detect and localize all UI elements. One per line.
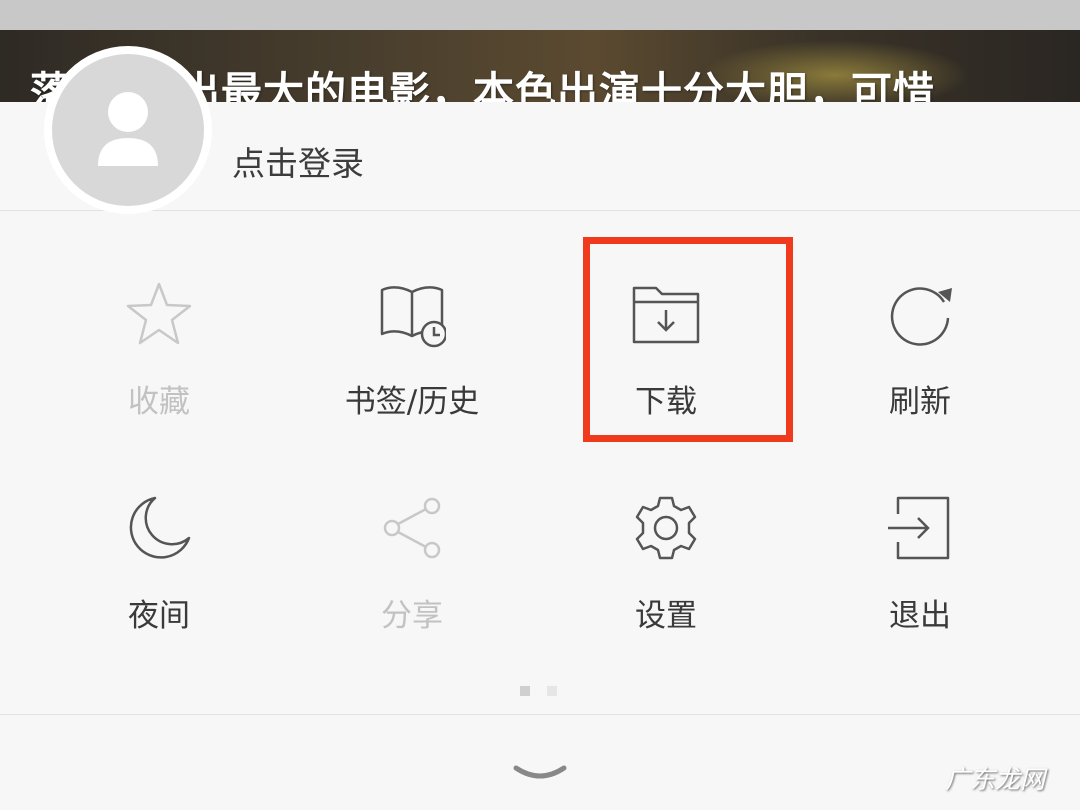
exit-icon (886, 494, 954, 562)
status-bar (0, 0, 1080, 30)
menu-item-share[interactable]: 分享 (312, 494, 512, 664)
menu-item-label: 设置 (635, 598, 697, 634)
chevron-down-icon (513, 765, 567, 779)
collapse-button[interactable] (510, 760, 570, 790)
menu-item-night-mode[interactable]: 夜间 (59, 494, 259, 664)
menu-item-favorite[interactable]: 收藏 (59, 280, 259, 450)
moon-icon (125, 494, 193, 562)
star-icon (125, 280, 193, 348)
page-dot (547, 686, 557, 696)
page-indicator (520, 681, 574, 696)
share-icon (378, 494, 446, 562)
menu-item-settings[interactable]: 设置 (566, 494, 766, 664)
gear-icon (632, 494, 700, 562)
menu-item-refresh[interactable]: 刷新 (820, 280, 1020, 450)
login-label[interactable]: 点击登录 (232, 137, 364, 185)
user-icon (52, 54, 204, 206)
menu-item-label: 刷新 (889, 384, 951, 420)
menu-item-label: 收藏 (128, 384, 190, 420)
menu-item-label: 夜间 (128, 598, 190, 634)
bookmark-history-icon (378, 280, 446, 348)
menu-item-bookmark-history[interactable]: 书签/历史 (312, 280, 512, 450)
menu-item-label: 退出 (889, 598, 951, 634)
menu-item-label: 书签/历史 (344, 384, 480, 420)
highlight-box (583, 237, 793, 442)
page-dot (520, 686, 530, 696)
menu-item-label: 分享 (381, 598, 443, 634)
menu-item-exit[interactable]: 退出 (820, 494, 1020, 664)
refresh-icon (886, 280, 954, 348)
watermark: 广东龙网 (945, 765, 1046, 794)
divider (0, 714, 1080, 715)
